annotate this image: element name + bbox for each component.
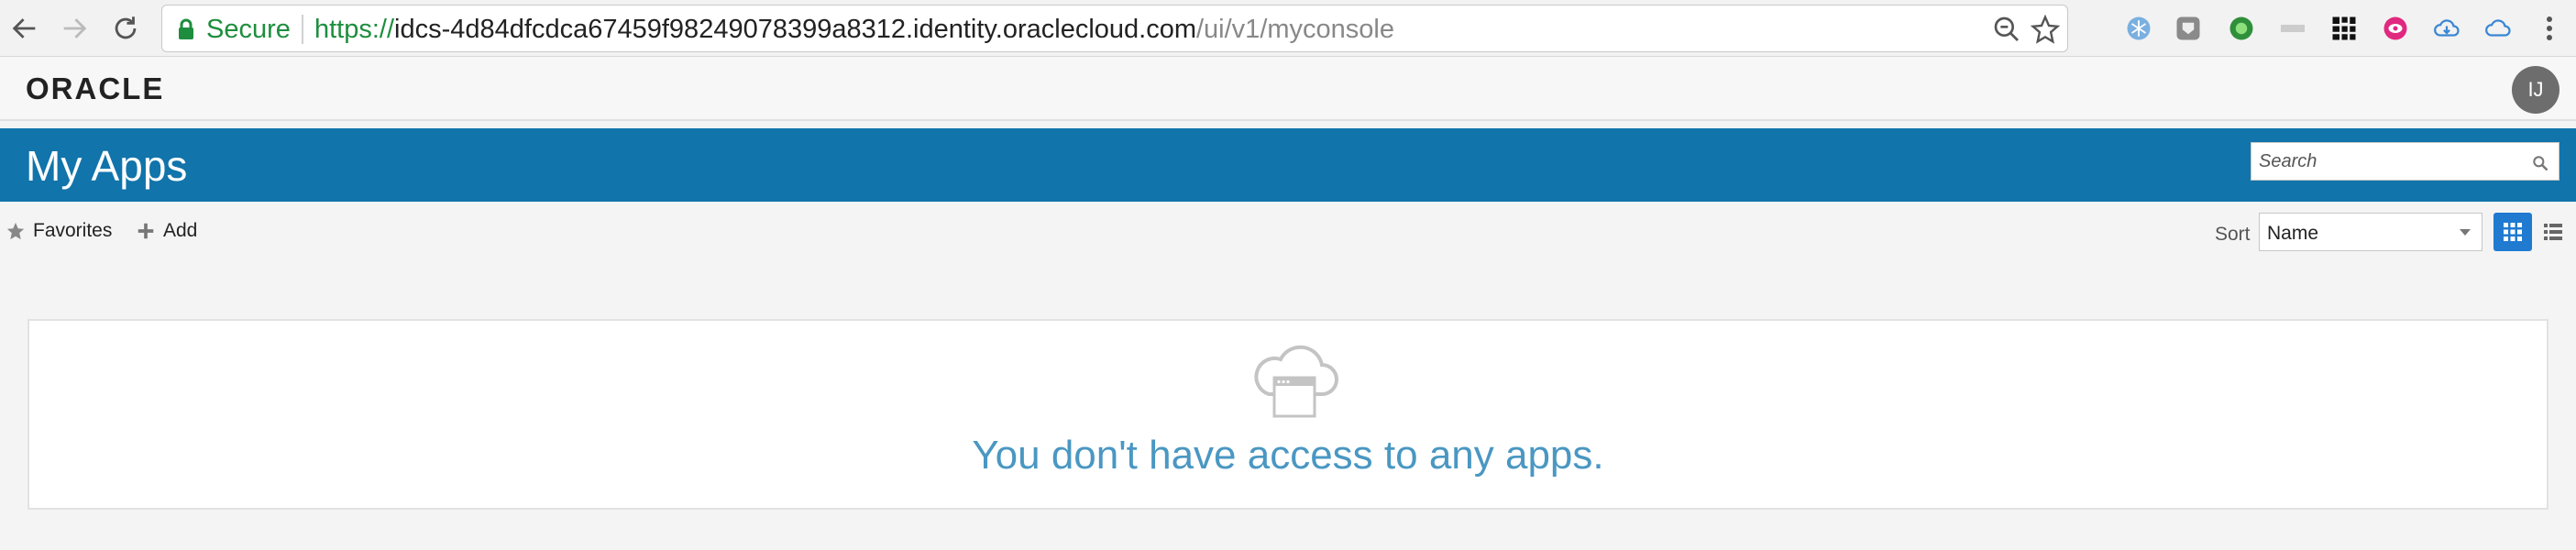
list-icon xyxy=(2544,224,2562,240)
search-icon[interactable] xyxy=(2531,154,2549,172)
user-avatar[interactable]: IJ xyxy=(2512,66,2559,114)
extension-green-circle-icon[interactable] xyxy=(2226,13,2257,44)
forward-button[interactable] xyxy=(53,7,95,50)
browser-toolbar: Secure https://idcs-4d84dfcdca67459f9824… xyxy=(0,0,2576,57)
oracle-logo: ORACLE xyxy=(26,72,165,105)
bookmark-star-icon[interactable] xyxy=(2031,15,2060,44)
lock-icon xyxy=(179,18,193,39)
grid-icon xyxy=(2504,223,2522,241)
cloud-app-icon xyxy=(1254,345,1338,418)
oracle-header: ORACLE IJ xyxy=(0,57,2576,121)
extension-snowflake-icon[interactable] xyxy=(2123,13,2154,44)
grid-view-button[interactable] xyxy=(2493,213,2532,251)
favorites-button[interactable]: Favorites xyxy=(6,220,112,242)
extension-cloud-download-icon[interactable] xyxy=(2431,13,2462,44)
apps-panel: You don't have access to any apps. xyxy=(28,319,2548,510)
secure-label: Secure xyxy=(206,15,291,44)
back-arrow-icon xyxy=(12,18,36,38)
reload-button[interactable] xyxy=(105,7,147,50)
search-box[interactable] xyxy=(2251,142,2559,181)
extension-grey-square-icon[interactable] xyxy=(2173,13,2204,44)
sort-select[interactable]: Name xyxy=(2259,213,2482,251)
url-path: /ui/v1/myconsole xyxy=(1196,15,1394,44)
chevron-down-icon xyxy=(2460,229,2471,236)
browser-menu-icon[interactable] xyxy=(2534,13,2565,44)
star-icon xyxy=(6,222,25,240)
empty-state-message: You don't have access to any apps. xyxy=(972,433,1604,478)
url-host: idcs-4d84dfcdca67459f98249078399a8312.id… xyxy=(394,15,1196,44)
back-button[interactable] xyxy=(4,7,46,50)
url-scheme: https:// xyxy=(314,15,395,44)
address-bar[interactable]: Secure https://idcs-4d84dfcdca67459f9824… xyxy=(161,5,2068,52)
search-input[interactable] xyxy=(2259,148,2515,174)
plus-icon xyxy=(138,223,154,239)
extension-pink-eye-icon[interactable] xyxy=(2380,13,2411,44)
page-title: My Apps xyxy=(26,142,188,190)
extension-cloud-icon[interactable] xyxy=(2482,13,2514,44)
omnibox-divider xyxy=(302,15,303,44)
apps-toolbar: Favorites Add Sort Name xyxy=(0,209,2576,260)
list-view-button[interactable] xyxy=(2534,213,2572,251)
extension-qr-icon[interactable] xyxy=(2328,13,2360,44)
extension-text-icon[interactable] xyxy=(2277,13,2308,44)
sort-value: Name xyxy=(2267,223,2319,244)
sort-label: Sort xyxy=(2215,224,2251,245)
forward-arrow-icon xyxy=(63,18,87,38)
add-button[interactable]: Add xyxy=(136,220,197,242)
favorites-label: Favorites xyxy=(33,220,113,241)
zoom-icon[interactable] xyxy=(1992,15,2021,44)
add-label: Add xyxy=(163,220,198,241)
title-band: My Apps xyxy=(0,128,2576,202)
url-text[interactable]: https://idcs-4d84dfcdca67459f98249078399… xyxy=(314,15,1394,45)
reload-icon xyxy=(115,16,137,39)
